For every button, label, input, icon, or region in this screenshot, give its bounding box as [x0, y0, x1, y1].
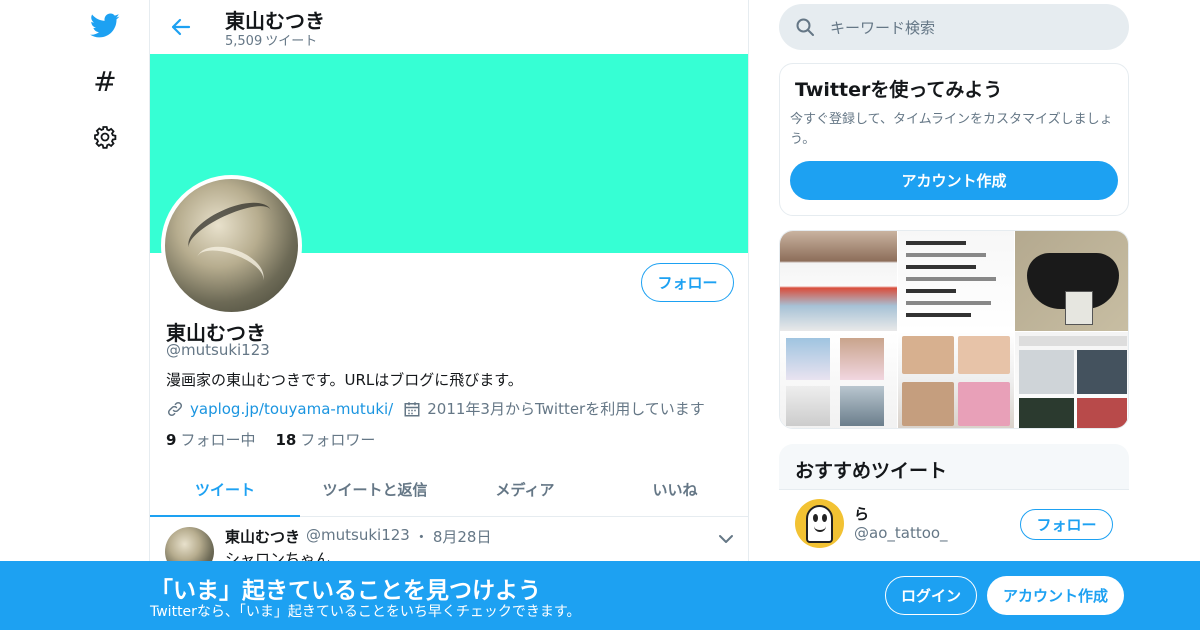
- tweet-separator: ・: [413, 528, 429, 546]
- thumbnail-tag-shape: [1065, 291, 1093, 325]
- search-icon: [795, 17, 815, 37]
- bottom-subline: Twitterなら、「いま」起きていることをいち早くチェックできます。: [150, 604, 581, 620]
- media-thumbnail[interactable]: [898, 332, 1014, 428]
- followers-label: フォロワー: [300, 431, 376, 449]
- tweet-count-label: ツイート: [265, 34, 318, 49]
- calendar-icon: [403, 400, 421, 418]
- ghost-eye: [813, 514, 818, 522]
- tab-tweets-and-replies[interactable]: ツイートと返信: [300, 462, 450, 516]
- media-thumbnail[interactable]: [898, 231, 1014, 331]
- media-thumbnail[interactable]: [780, 332, 897, 428]
- thumbnail-photo: [840, 386, 884, 426]
- signup-button[interactable]: アカウント作成: [987, 576, 1124, 615]
- thumbnail-photo: [786, 338, 830, 380]
- thumbnail-text-line: [906, 289, 956, 293]
- recommended-user-name[interactable]: ら: [854, 503, 869, 524]
- thumbnail-photo: [1077, 398, 1127, 428]
- thumbnail-photo: [1077, 350, 1127, 394]
- thumbnail-photo: [958, 336, 1010, 374]
- thumbnail-photo: [786, 386, 830, 426]
- profile-stats: 9 フォロー中 18 フォロワー: [166, 429, 395, 450]
- thumbnail-text-line: [906, 277, 996, 281]
- thumbnail-photo: [958, 382, 1010, 426]
- tab-media[interactable]: メディア: [450, 462, 600, 516]
- back-arrow-icon[interactable]: [166, 12, 196, 42]
- search-placeholder: キーワード検索: [830, 18, 936, 37]
- profile-handle: @mutsuki123: [166, 341, 270, 359]
- followers-count: 18: [275, 431, 297, 449]
- following-count: 9: [166, 431, 177, 449]
- signup-card: Twitterを使ってみよう 今すぐ登録して、タイムラインをカスタマイズしましょ…: [779, 63, 1129, 216]
- tab-tweets[interactable]: ツイート: [150, 462, 300, 517]
- tweet-count-value: 5,509: [225, 34, 263, 49]
- login-button[interactable]: ログイン: [885, 576, 977, 615]
- left-nav: #: [0, 0, 150, 630]
- profile-header-bar: 東山むつき 5,509 ツイート: [150, 0, 748, 54]
- thumbnail-photo: [1019, 398, 1074, 428]
- thumbnail-text-line: [906, 265, 976, 269]
- signup-card-title: Twitterを使ってみよう: [795, 79, 1003, 101]
- follow-button[interactable]: フォロー: [641, 263, 734, 302]
- thumbnail-photo: [1019, 350, 1074, 394]
- profile-bio: 漫画家の東山むつきです。URLはブログに飛びます。: [166, 371, 523, 389]
- search-input[interactable]: キーワード検索: [779, 4, 1129, 50]
- tweet-date[interactable]: 8月28日: [433, 526, 492, 547]
- thumbnail-text-line: [906, 241, 966, 245]
- ghost-eye: [822, 514, 827, 522]
- bottom-headline: 「いま」起きていることを見つけよう: [150, 578, 541, 604]
- profile-joined: 2011年3月からTwitterを利用しています: [427, 400, 705, 418]
- ghost-icon: [806, 505, 833, 543]
- tweet-author-name[interactable]: 東山むつき: [225, 526, 300, 547]
- gear-icon[interactable]: [88, 120, 122, 154]
- thumbnail-text-line: [906, 301, 991, 305]
- media-thumbnail[interactable]: [1015, 332, 1128, 428]
- link-icon: [166, 400, 184, 418]
- chevron-down-icon[interactable]: [716, 529, 736, 549]
- thumbnail-photo: [902, 382, 954, 426]
- recommended-heading: おすすめツイート: [795, 460, 948, 482]
- media-thumbnail[interactable]: [780, 231, 897, 331]
- twitter-bird-icon[interactable]: [88, 9, 122, 43]
- profile-link[interactable]: yaplog.jp/touyama-mutuki/: [190, 400, 393, 418]
- recommended-user-row[interactable]: ら @ao_tattoo_ フォロー: [779, 490, 1129, 570]
- profile-column: 東山むつき 5,509 ツイート フォロー 東山むつき @mutsuki123 漫…: [149, 0, 749, 630]
- media-thumbnail[interactable]: [1015, 231, 1128, 331]
- profile-avatar[interactable]: [161, 175, 302, 316]
- tweet-header: 東山むつき @mutsuki123 ・ 8月28日: [225, 526, 491, 547]
- profile-meta: yaplog.jp/touyama-mutuki/ 2011年3月からTwitt…: [166, 398, 705, 419]
- signup-card-description: 今すぐ登録して、タイムラインをカスタマイズしましょう。: [790, 112, 1113, 147]
- thumbnail-photo: [840, 338, 884, 380]
- recommended-user-handle[interactable]: @ao_tattoo_: [854, 524, 948, 542]
- followers-stat[interactable]: 18 フォロワー: [275, 429, 375, 450]
- following-label: フォロー中: [180, 431, 256, 449]
- media-grid: [779, 230, 1129, 429]
- recommended-follow-button[interactable]: フォロー: [1020, 509, 1113, 540]
- thumbnail-text-line: [906, 313, 971, 317]
- profile-tabs: ツイート ツイートと返信 メディア いいね: [150, 462, 748, 517]
- thumbnail-photo: [902, 336, 954, 374]
- tweet-author-handle[interactable]: @mutsuki123: [306, 526, 410, 547]
- recommended-user-avatar[interactable]: [795, 499, 844, 548]
- header-tweet-count: 5,509 ツイート: [225, 30, 317, 49]
- hashtag-icon[interactable]: #: [88, 64, 122, 98]
- thumbnail-text-line: [906, 253, 986, 257]
- create-account-button[interactable]: アカウント作成: [790, 161, 1118, 200]
- tab-likes[interactable]: いいね: [600, 462, 748, 516]
- thumbnail-photo: [1019, 336, 1127, 346]
- following-stat[interactable]: 9 フォロー中: [166, 429, 255, 450]
- bottom-signup-bar: 「いま」起きていることを見つけよう Twitterなら、「いま」起きていることを…: [0, 561, 1200, 630]
